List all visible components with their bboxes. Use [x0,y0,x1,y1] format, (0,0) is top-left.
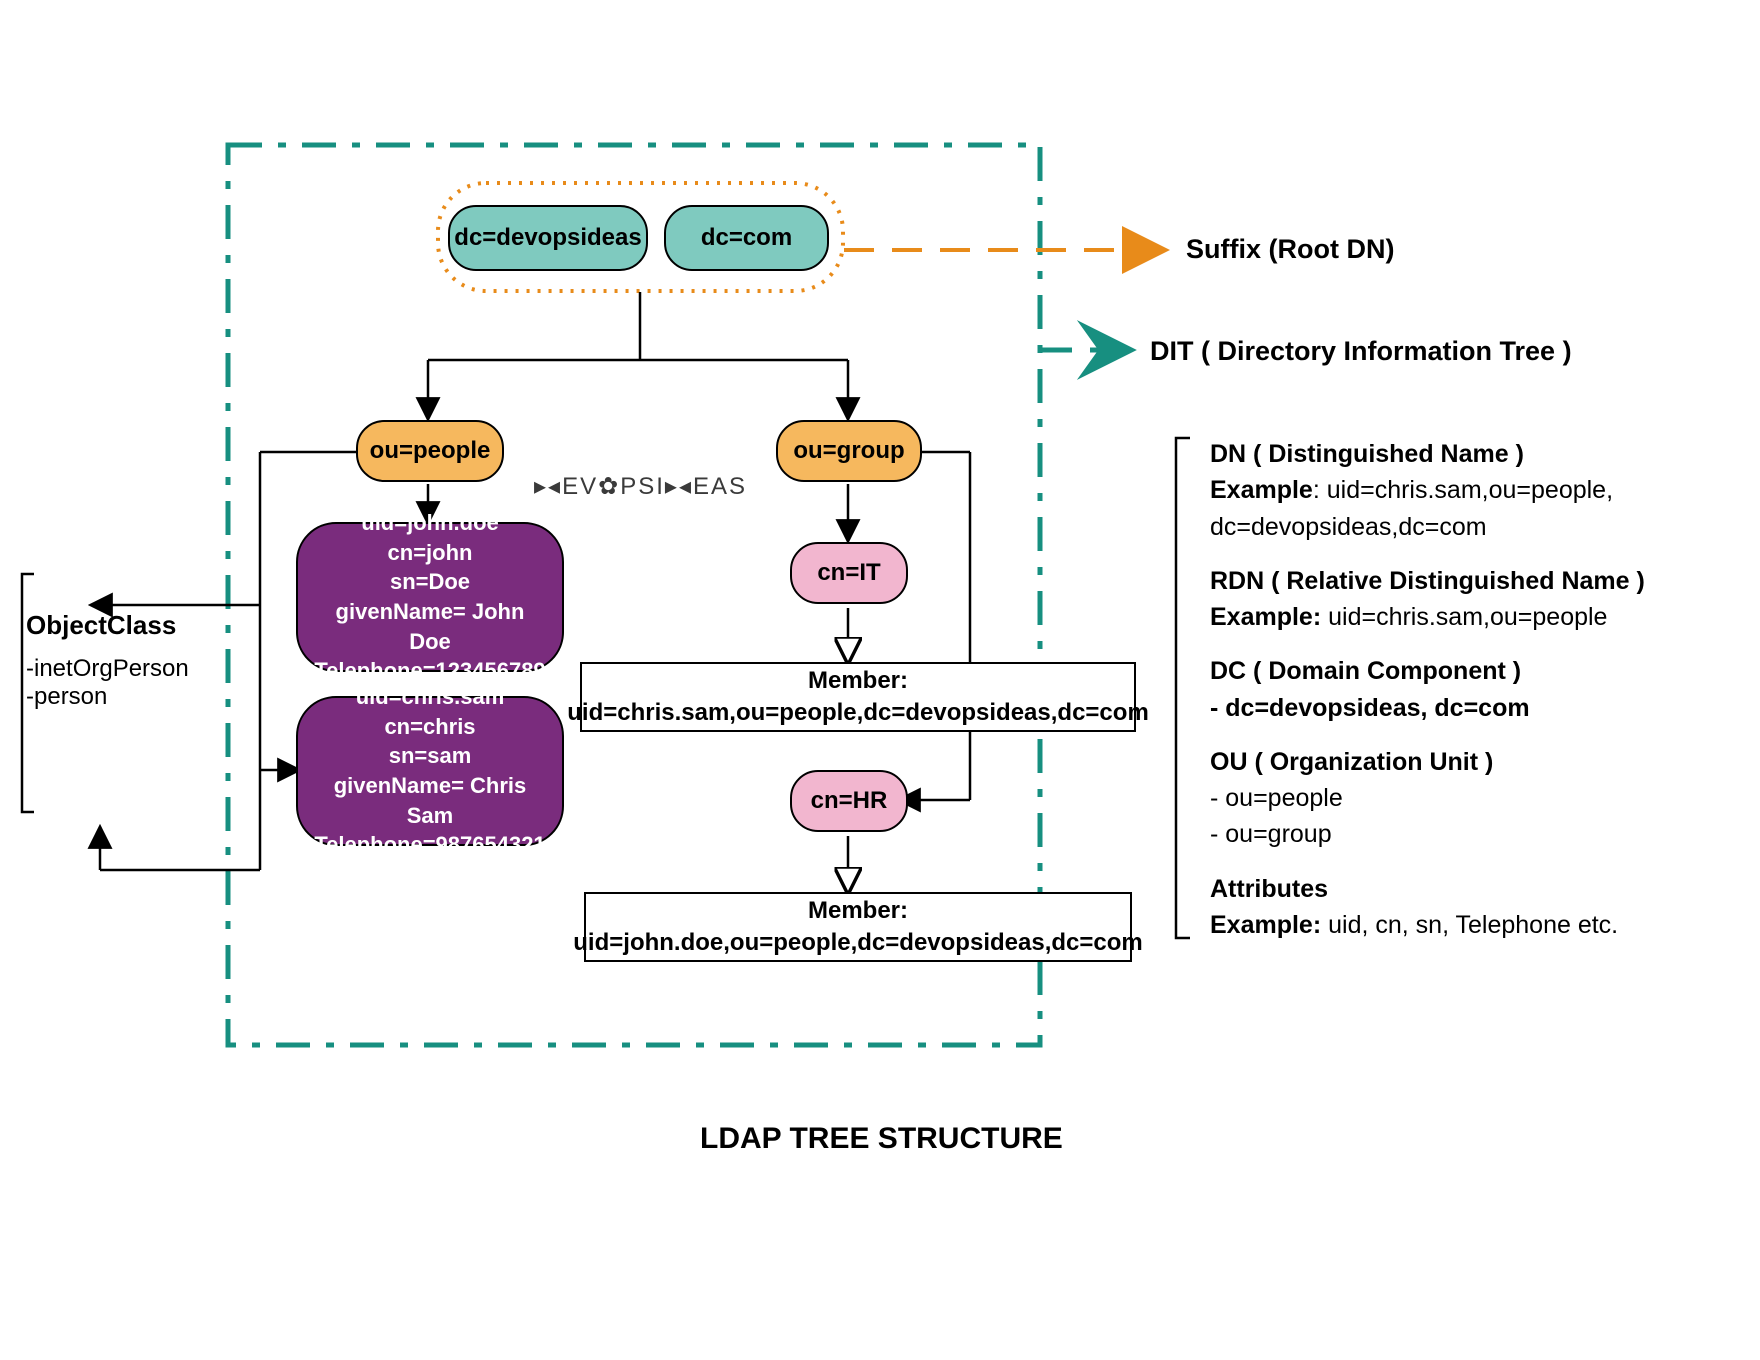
member-label: Member: [808,667,908,694]
node-cn-it: cn=IT [790,542,908,604]
attr-sn: sn=sam [389,741,472,771]
node-ou-group: ou=group [776,420,922,482]
node-user-chris: uid=chris.sam cn=chris sn=sam givenName=… [296,696,564,846]
callout-suffix: Suffix (Root DN) [1186,234,1394,265]
legend-attr-title: Attributes [1210,875,1328,903]
member-dn: uid=john.doe,ou=people,dc=devopsideas,dc… [573,929,1142,956]
legend-rdn-title: RDN ( Relative Distinguished Name ) [1210,567,1645,595]
legend-dn-ex-1: : uid=chris.sam,ou=people, [1313,476,1613,504]
node-member-hr: Member: uid=john.doe,ou=people,dc=devops… [584,892,1132,962]
node-label: ou=people [370,437,491,465]
legend-ou-1: - ou=people [1210,780,1730,816]
objectclass-heading: ObjectClass [26,610,226,641]
attr-uid: uid=chris.sam [356,682,505,712]
legend-dn-title: DN ( Distinguished Name ) [1210,440,1524,468]
legend-ou-2: - ou=group [1210,816,1730,852]
node-member-it: Member: uid=chris.sam,ou=people,dc=devop… [580,662,1136,732]
node-dc-devopsideas: dc=devopsideas [448,205,648,271]
attr-given: givenName= John Doe [318,597,542,656]
legend-rdn-ex: uid=chris.sam,ou=people [1321,603,1607,631]
callout-dit: DIT ( Directory Information Tree ) [1150,336,1572,367]
node-dc-com: dc=com [664,205,829,271]
legend-dn-ex-2: dc=devopsideas,dc=com [1210,509,1730,545]
attr-tel: Telephone=987654321 [314,830,545,860]
node-label: ou=group [793,437,904,465]
legend-rdn-ex-label: Example: [1210,603,1321,631]
legend-attr-ex: uid, cn, sn, Telephone etc. [1321,911,1618,939]
node-label: cn=IT [817,559,880,587]
attr-uid: uid=john.doe [361,508,499,538]
objectclass-block: ObjectClass -inetOrgPerson -person [26,610,226,711]
attr-sn: sn=Doe [390,567,470,597]
node-ou-people: ou=people [356,420,504,482]
node-cn-hr: cn=HR [790,770,908,832]
attr-cn: cn=john [388,538,473,568]
legend-attr-ex-label: Example: [1210,911,1321,939]
objectclass-item: -person [26,683,226,711]
legend-dc-title: DC ( Domain Component ) [1210,657,1521,685]
node-label: dc=devopsideas [454,224,641,252]
legend-block: DN ( Distinguished Name ) Example: uid=c… [1210,436,1730,943]
diagram-title: LDAP TREE STRUCTURE [700,1122,1063,1156]
attr-given: givenName= Chris Sam [318,771,542,830]
node-label: dc=com [701,224,792,252]
legend-dc-line: - dc=devopsideas, dc=com [1210,690,1730,726]
legend-ou-title: OU ( Organization Unit ) [1210,748,1493,776]
legend-dn-ex-label: Example [1210,476,1313,504]
member-dn: uid=chris.sam,ou=people,dc=devopsideas,d… [567,699,1149,726]
attr-cn: cn=chris [384,712,475,742]
objectclass-item: -inetOrgPerson [26,655,226,683]
node-label: cn=HR [811,787,888,815]
brand-watermark: ▸◂EV✿PSI▸◂EAS [534,472,747,501]
node-user-john: uid=john.doe cn=john sn=Doe givenName= J… [296,522,564,672]
member-label: Member: [808,897,908,924]
brand-text: ▸◂EV✿PSI▸◂EAS [534,473,747,500]
